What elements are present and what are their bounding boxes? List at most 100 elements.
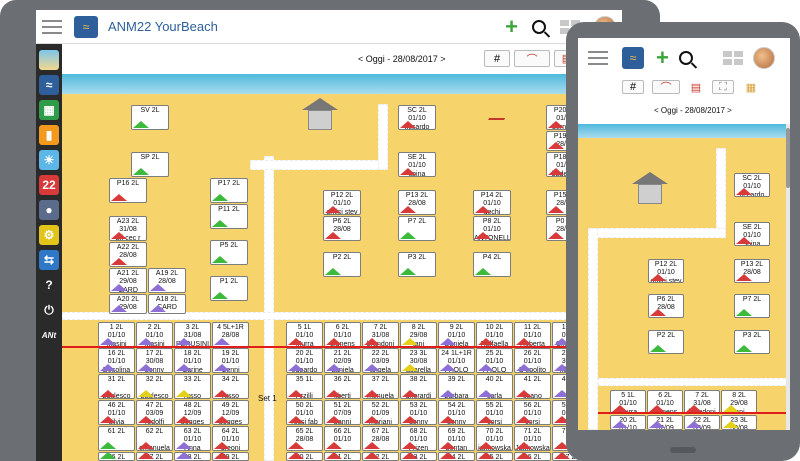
- spot-cell[interactable]: 17 2L 30/08 benny: [136, 348, 173, 373]
- spot-cell[interactable]: 36 2L liberti: [324, 374, 361, 399]
- spot-cell[interactable]: 70 2L 01/10 jankowska: [476, 426, 513, 451]
- spot-cell[interactable]: 64 2L 01/10 dreoni: [212, 426, 249, 451]
- spot-cell[interactable]: A21 2L 29/08 CARD: [109, 268, 147, 293]
- spot-cell[interactable]: P16 2L: [109, 178, 147, 203]
- settings-icon[interactable]: ⚙: [39, 225, 59, 245]
- spot-cell[interactable]: 81 2L: [324, 452, 361, 461]
- spot-cell[interactable]: 69 2L 01/10 pentan: [438, 426, 475, 451]
- spot-cell[interactable]: 19 2L 01/10 Cenni: [212, 348, 249, 373]
- spot-cell[interactable]: 68 2L 01/10 Frizen: [400, 426, 437, 451]
- spreadsheet-icon[interactable]: ▦: [39, 100, 59, 120]
- spot-cell[interactable]: 7 2L31/08brandoni: [362, 322, 399, 347]
- menu-icon[interactable]: [42, 19, 62, 34]
- chart-icon[interactable]: ▮: [39, 125, 59, 145]
- spot-cell[interactable]: 24 1L+1R 01/10 PAOLO: [438, 348, 475, 373]
- phone-search-icon[interactable]: [678, 51, 693, 65]
- user-icon[interactable]: ●: [39, 200, 59, 220]
- spot-cell[interactable]: 51 2L 07/09 panni: [324, 400, 361, 425]
- phone-menu-icon[interactable]: [588, 51, 608, 65]
- spot-cell[interactable]: 32 2L paulesco: [136, 374, 173, 399]
- spot-cell[interactable]: 16 2L 01/10 Desolina: [98, 348, 135, 373]
- spot-cell[interactable]: P6 2L 28/08: [323, 216, 361, 241]
- spot-cell[interactable]: 23 3L30/08agarella: [721, 415, 757, 430]
- spot-cell[interactable]: A22 2L 28/08: [109, 242, 147, 267]
- spot-cell[interactable]: 56 2L 01/10 corsi: [514, 400, 551, 425]
- spot-cell[interactable]: 83 2L: [400, 452, 437, 461]
- spot-cell[interactable]: 54 2L 01/10 denny: [438, 400, 475, 425]
- phone-scrollbar-thumb[interactable]: [786, 128, 790, 188]
- power-icon[interactable]: ⏻: [39, 300, 59, 320]
- spot-cell[interactable]: 23 3L30/08agarella: [400, 348, 437, 373]
- spot-cell[interactable]: 76 2L: [98, 452, 135, 461]
- spot-cell[interactable]: 22 2L03/09angela: [684, 415, 720, 430]
- spot-cell[interactable]: 20 2L01/10edoardo: [286, 348, 323, 373]
- spot-cell[interactable]: 18 2L 01/10 Carine: [174, 348, 211, 373]
- deckchair-view-button[interactable]: ⌒: [514, 50, 550, 67]
- spot-cell[interactable]: 85 2L: [476, 452, 513, 461]
- spot-cell[interactable]: 46 2L 01/10 silvia: [98, 400, 135, 425]
- spot-cell[interactable]: P3 2L: [734, 330, 770, 354]
- spot-cell[interactable]: P13 2L 28/08: [398, 190, 436, 215]
- spot-cell[interactable]: 86 2L: [514, 452, 551, 461]
- spot-cell[interactable]: P2 2L: [323, 252, 361, 277]
- spot-cell[interactable]: 50 2L 01/10 rossi fab: [286, 400, 323, 425]
- add-icon[interactable]: +: [505, 15, 518, 37]
- phone-grid-view-icon[interactable]: [722, 51, 743, 65]
- spot-cell[interactable]: A20 2L29/08bemeca: [109, 294, 147, 314]
- spot-cell[interactable]: 1 2L 01/10 Masini: [98, 322, 135, 347]
- spot-cell[interactable]: SV 2L: [131, 105, 169, 130]
- spot-cell[interactable]: 6 2L01/10bignens: [324, 322, 361, 347]
- spot-cell[interactable]: 10 2L 01/10 Raffaella: [476, 322, 513, 347]
- spot-cell[interactable]: 66 2L 01/10: [324, 426, 361, 451]
- spot-cell[interactable]: SE 2L 01/10 spina: [398, 152, 436, 177]
- spot-cell[interactable]: 31 2L paulesco: [98, 374, 135, 399]
- spot-cell[interactable]: 53 2L 01/10 denny: [400, 400, 437, 425]
- spot-cell[interactable]: 6 2L01/10bignens: [647, 390, 683, 414]
- spot-cell[interactable]: P7 2L: [398, 216, 436, 241]
- beach-photo-icon[interactable]: [39, 50, 59, 70]
- spot-cell[interactable]: A18 2LCARD30/8: [148, 294, 186, 314]
- phone-avatar[interactable]: [752, 47, 775, 69]
- phone-grid-number-button[interactable]: #: [622, 80, 644, 94]
- spot-cell[interactable]: 78 2L: [174, 452, 211, 461]
- spot-cell[interactable]: A23 2L 31/08 ari cec r: [109, 216, 147, 241]
- phone-legend-button[interactable]: ▦: [742, 80, 760, 94]
- spot-cell[interactable]: 84 2L: [438, 452, 475, 461]
- spot-cell[interactable]: 49 2L 12/09 pogges: [212, 400, 249, 425]
- yourbeach-logo-icon[interactable]: ≈: [39, 75, 59, 95]
- phone-date-navigator[interactable]: < Oggi - 28/08/2017 >: [654, 106, 732, 115]
- anm-logo-icon[interactable]: ANt: [39, 325, 59, 345]
- spot-cell[interactable]: 39 2L barbara: [438, 374, 475, 399]
- spot-cell[interactable]: 52 2L 01/09 mariani: [362, 400, 399, 425]
- spot-cell[interactable]: 3 2L 31/08 PERUSINI: [174, 322, 211, 347]
- spot-cell[interactable]: 21 2L02/09daniela: [647, 415, 683, 430]
- spot-cell[interactable]: A19 2L 28/08: [148, 268, 186, 293]
- spot-cell[interactable]: 21 2L02/09daniela: [324, 348, 361, 373]
- spot-cell[interactable]: 82 2LMossi: [362, 452, 399, 461]
- spot-cell[interactable]: P5 2L: [210, 240, 248, 265]
- spot-cell[interactable]: 5 1L01/10Murra: [610, 390, 646, 414]
- spot-cell[interactable]: P6 2L 28/08: [648, 294, 684, 318]
- spot-cell[interactable]: P1 2L: [210, 276, 248, 301]
- calendar-icon[interactable]: 22: [39, 175, 59, 195]
- spot-cell[interactable]: 71 2L 01/10 Jankowska: [514, 426, 551, 451]
- phone-add-icon[interactable]: +: [656, 47, 669, 69]
- help-icon[interactable]: ?: [39, 275, 59, 295]
- spot-cell[interactable]: 65 2L 28/08: [286, 426, 323, 451]
- spot-cell[interactable]: 80 2L: [286, 452, 323, 461]
- spot-cell[interactable]: 22 2L03/09angela: [362, 348, 399, 373]
- spot-cell[interactable]: P2 2L: [648, 330, 684, 354]
- spot-cell[interactable]: SE 2L 01/10 spina: [734, 222, 770, 246]
- spot-cell[interactable]: 20 2L01/10edoardo: [610, 415, 646, 430]
- spot-cell[interactable]: 37 2L menuela: [362, 374, 399, 399]
- spot-cell[interactable]: 55 2L 01/10 corsi: [476, 400, 513, 425]
- spot-cell[interactable]: 5 1L01/10Murra: [286, 322, 323, 347]
- spot-cell[interactable]: 34 2L russo: [212, 374, 249, 399]
- sync-icon[interactable]: ⇆: [39, 250, 59, 270]
- spot-cell[interactable]: 38 2L gherardi: [400, 374, 437, 399]
- spot-cell[interactable]: P4 2L: [473, 252, 511, 277]
- spot-cell[interactable]: P13 2L 28/08: [734, 259, 770, 283]
- spot-cell[interactable]: 41 2L ssano: [514, 374, 551, 399]
- spot-cell[interactable]: P12 2L 01/10 amici stev: [648, 259, 684, 283]
- spot-cell[interactable]: P12 2L 01/10 amici stev: [323, 190, 361, 215]
